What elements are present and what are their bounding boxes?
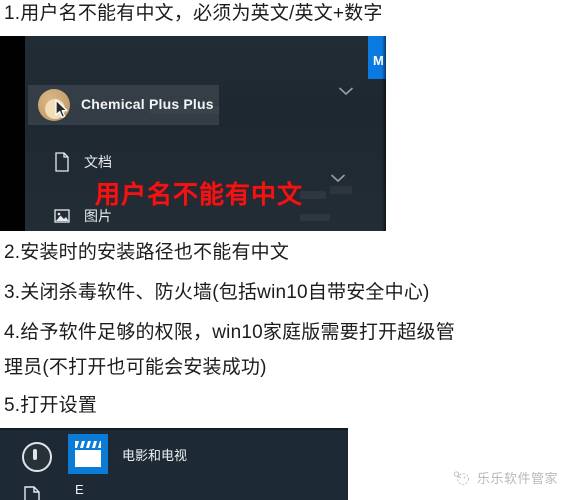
blurred-tile-artifact <box>300 191 326 199</box>
blurred-tile-artifact <box>300 214 330 221</box>
all-apps-screenshot: 电影和电视 E <box>0 428 348 500</box>
start-menu-account-row[interactable]: Chemical Plus Plus <box>28 85 219 125</box>
panel-top-border <box>0 428 348 430</box>
watermark-text: 乐乐软件管家 <box>477 471 559 486</box>
instruction-line-1: 1.用户名不能有中文，必须为英文/英文+数字 <box>4 3 383 24</box>
account-name-label: Chemical Plus Plus <box>81 96 214 112</box>
clapper-board-body <box>75 450 101 467</box>
start-menu-item-documents[interactable]: 文档 <box>53 152 112 172</box>
picture-icon <box>53 206 71 226</box>
instruction-line-5: 理员(不打开也可能会安装成功) <box>4 357 267 378</box>
start-menu-item-label: 文档 <box>84 154 112 170</box>
instruction-line-2: 2.安装时的安装路径也不能有中文 <box>4 242 290 263</box>
chevron-down-icon[interactable] <box>338 86 354 96</box>
movie-tv-tile-icon[interactable] <box>68 434 108 474</box>
instruction-line-3: 3.关闭杀毒软件、防火墙(包括win10自带安全中心) <box>4 282 430 303</box>
settings-ring-icon[interactable] <box>22 442 52 472</box>
watermark: 乐乐软件管家 <box>452 468 558 487</box>
instruction-line-4: 4.给予软件足够的权限，win10家庭版需要打开超级管 <box>4 322 455 343</box>
screen-left-black-strip <box>0 36 25 231</box>
chevron-down-icon[interactable] <box>330 173 346 183</box>
mouse-cursor-icon <box>55 99 68 119</box>
blurred-tile-artifact <box>330 186 352 194</box>
instruction-line-6: 5.打开设置 <box>4 395 98 416</box>
lele-bird-logo-icon <box>453 470 469 485</box>
app-list-item-label: 电影和电视 <box>122 448 188 463</box>
red-annotation-text: 用户名不能有中文 <box>95 181 304 209</box>
document-icon <box>22 486 42 500</box>
document-icon <box>53 152 71 172</box>
panel-edge-shadow <box>382 36 386 231</box>
start-menu-screenshot: M Chemical Plus Plus 文档 图片 用户名不能有中文 <box>0 36 386 231</box>
clapper-board-top <box>75 441 101 448</box>
app-list-letter-group: E <box>75 482 84 497</box>
